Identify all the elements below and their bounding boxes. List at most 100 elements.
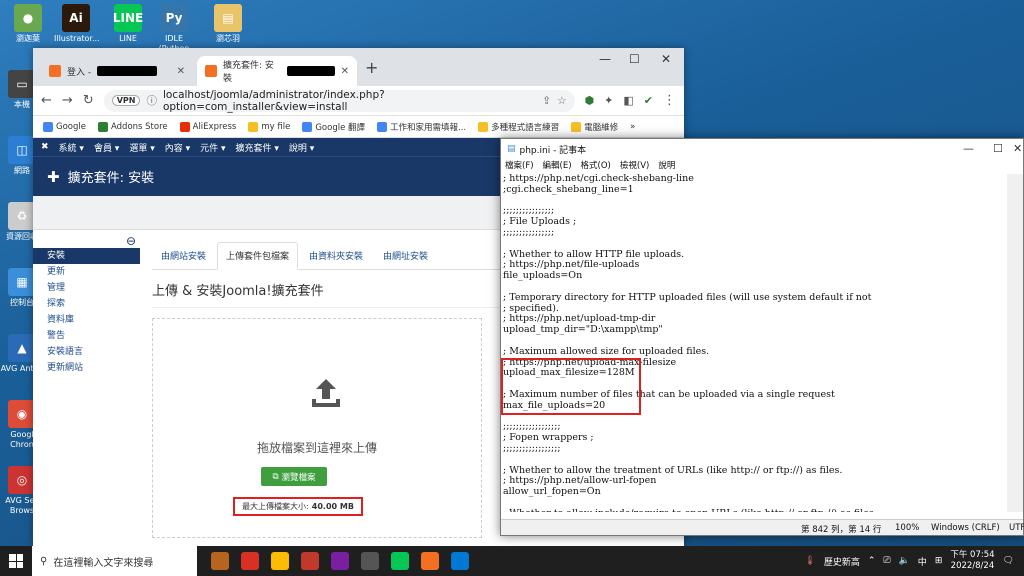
notepad-menu-item[interactable]: 檔案(F) [505, 159, 534, 173]
notepad-menu-item[interactable]: 編輯(E) [543, 159, 572, 173]
app-icon [451, 552, 469, 570]
sidebar-item[interactable]: 更新 [33, 264, 140, 280]
clock[interactable]: 下午 07:54 2022/8/24 [950, 550, 994, 572]
desktop-icon[interactable]: Ai Illustrator... [54, 4, 100, 44]
app-icon: ▤ [214, 4, 242, 32]
extension-shield-icon[interactable]: ⬢ [585, 94, 595, 107]
notepad-menu-item[interactable]: 格式(O) [581, 159, 611, 173]
back-icon[interactable]: ← [41, 93, 52, 108]
bookmark-item[interactable]: Addons Store [97, 121, 168, 132]
nav-menu-item[interactable]: 系統 ▾ [59, 141, 84, 154]
close-window-button[interactable]: ✕ [661, 52, 671, 66]
new-tab-button[interactable]: + [365, 58, 378, 77]
bookmark-item[interactable]: Google [43, 121, 86, 132]
taskbar-app[interactable] [207, 548, 233, 574]
taskbar-app[interactable] [297, 548, 323, 574]
reload-icon[interactable]: ↻ [83, 93, 94, 108]
sidebar-item[interactable]: 安裝語言 [33, 344, 140, 360]
notepad-menu-item[interactable]: 檢視(V) [620, 159, 649, 173]
sidebar-item[interactable]: 安裝 [33, 248, 140, 264]
desktop-icon[interactable]: LINE LINE [106, 4, 150, 44]
notepad-menu-item[interactable]: 說明 [658, 159, 675, 173]
address-bar[interactable]: VPN ⓘ localhost/joomla/administrator/ind… [103, 89, 575, 113]
desktop-icon[interactable]: ● 瀏迦葉 [6, 4, 50, 44]
text-line: ;cgi.check_shebang_line=1 [503, 183, 634, 195]
close-window-button[interactable]: ✕ [1013, 142, 1022, 155]
taskbar-search[interactable]: ⚲ 在這裡輸入文字來搜尋 [32, 546, 197, 576]
puzzle-icon: ✚ [47, 167, 60, 186]
notepad-editor[interactable]: ; https://php.net/cgi.check-shebang-line… [503, 174, 1008, 512]
taskbar-app[interactable] [417, 548, 443, 574]
taskbar-app[interactable] [327, 548, 353, 574]
joomla-sidebar: ⊖ 安裝 更新 管理 探索 資料庫 警告 安裝語言 更新網站 [33, 230, 140, 376]
app-icon [361, 552, 379, 570]
tab-active-label: 擴充套件: 安裝 [223, 61, 274, 84]
close-tab-icon[interactable]: ✕ [177, 66, 185, 77]
nav-menu-item[interactable]: 說明 ▾ [289, 141, 314, 154]
more-bookmarks-icon[interactable]: » [630, 122, 635, 132]
bookmark-item[interactable]: AliExpress [179, 121, 236, 132]
upload-dropzone[interactable]: 拖放檔案到這裡來上傳 ⧉ 瀏覽檔案 最大上傳檔案大小: 40.00 MB [152, 318, 482, 538]
nav-menu-item[interactable]: 選單 ▾ [129, 141, 154, 154]
taskbar-app[interactable] [237, 548, 263, 574]
text-line: ;;;;;;;;;;;;;;;; [503, 226, 555, 238]
bookmark-item[interactable]: 電腦維修 [571, 121, 618, 133]
sidebar-item[interactable]: 探索 [33, 296, 140, 312]
browse-files-button[interactable]: ⧉ 瀏覽檔案 [261, 467, 327, 486]
notification-icon[interactable]: 🗨 [1003, 556, 1014, 566]
volume-icon[interactable]: 🔈 [899, 556, 910, 566]
install-tab[interactable]: 由網址安裝 [374, 242, 437, 269]
desktop-icon[interactable]: ▤ 瀏芯羽 [206, 4, 250, 44]
joomla-logo-icon[interactable]: ✖ [41, 142, 49, 152]
tab-extension-install[interactable]: 擴充套件: 安裝 ✕ [197, 56, 357, 86]
forward-icon[interactable]: → [62, 93, 73, 108]
install-tab[interactable]: 上傳套件包檔案 [217, 242, 299, 270]
news-label[interactable]: 歷史新高 [824, 555, 860, 568]
taskbar-app[interactable] [267, 548, 293, 574]
taskbar-app[interactable] [357, 548, 383, 574]
bookmark-star-icon[interactable]: ☆ [557, 95, 566, 107]
nav-menu-item[interactable]: 內容 ▾ [165, 141, 190, 154]
start-button[interactable] [0, 554, 32, 568]
url-text[interactable]: localhost/joomla/administrator/index.php… [163, 89, 536, 113]
ime-indicator[interactable]: 中 [918, 555, 927, 568]
sidebar-item[interactable]: 警告 [33, 328, 140, 344]
collapse-sidebar-icon[interactable]: ⊖ [33, 230, 140, 248]
bookmark-item[interactable]: 多種程式語言練習 [478, 121, 559, 133]
bookmark-item[interactable]: Google 翻譯 [302, 121, 365, 133]
chevron-up-icon[interactable]: ⌃ [868, 556, 876, 566]
cursor-position: 第 842 列，第 14 行 [801, 525, 882, 535]
browse-label: 瀏覽檔案 [281, 472, 316, 483]
nav-menu-item[interactable]: 元件 ▾ [200, 141, 225, 154]
install-tab[interactable]: 由資料夾安裝 [300, 242, 372, 269]
sidebar-item[interactable]: 管理 [33, 280, 140, 296]
install-tab[interactable]: 由網站安裝 [152, 242, 215, 269]
maximize-button[interactable]: ☐ [993, 142, 1003, 155]
taskbar-app[interactable] [447, 548, 473, 574]
vertical-scrollbar[interactable] [1007, 174, 1023, 512]
avg-shield-icon[interactable]: ✔ [644, 94, 653, 107]
extensions-puzzle-icon[interactable]: ✦ [604, 94, 613, 107]
close-tab-icon[interactable]: ✕ [341, 66, 349, 77]
nav-menu-item[interactable]: 擴充套件 ▾ [236, 141, 279, 154]
minimize-button[interactable]: — [599, 52, 611, 66]
app-icon: Ai [62, 4, 90, 32]
info-icon[interactable]: ⓘ [146, 93, 157, 108]
sidepanel-icon[interactable]: ◧ [623, 94, 633, 107]
ime-mode-icon[interactable]: ⊞ [935, 556, 943, 566]
minimize-button[interactable]: — [963, 142, 974, 155]
sidebar-item[interactable]: 更新網站 [33, 360, 140, 376]
network-icon[interactable]: ⎚ [883, 556, 890, 566]
bookmark-item[interactable]: my file [248, 121, 290, 132]
share-icon[interactable]: ⇪ [542, 95, 551, 107]
nav-menu-item[interactable]: 會員 ▾ [94, 141, 119, 154]
vpn-badge[interactable]: VPN [111, 95, 141, 106]
bookmark-item[interactable]: 工作和家用需填報... [377, 121, 466, 133]
tab-login[interactable]: 登入 - ✕ [41, 56, 193, 86]
sidebar-item[interactable]: 資料庫 [33, 312, 140, 328]
desktop-icon[interactable]: PyIDLE (Python [152, 4, 196, 54]
maximize-button[interactable]: ☐ [629, 52, 640, 66]
taskbar-app[interactable] [387, 548, 413, 574]
menu-kebab-icon[interactable]: ⋮ [663, 93, 676, 108]
bookmark-label: Google [56, 121, 86, 132]
